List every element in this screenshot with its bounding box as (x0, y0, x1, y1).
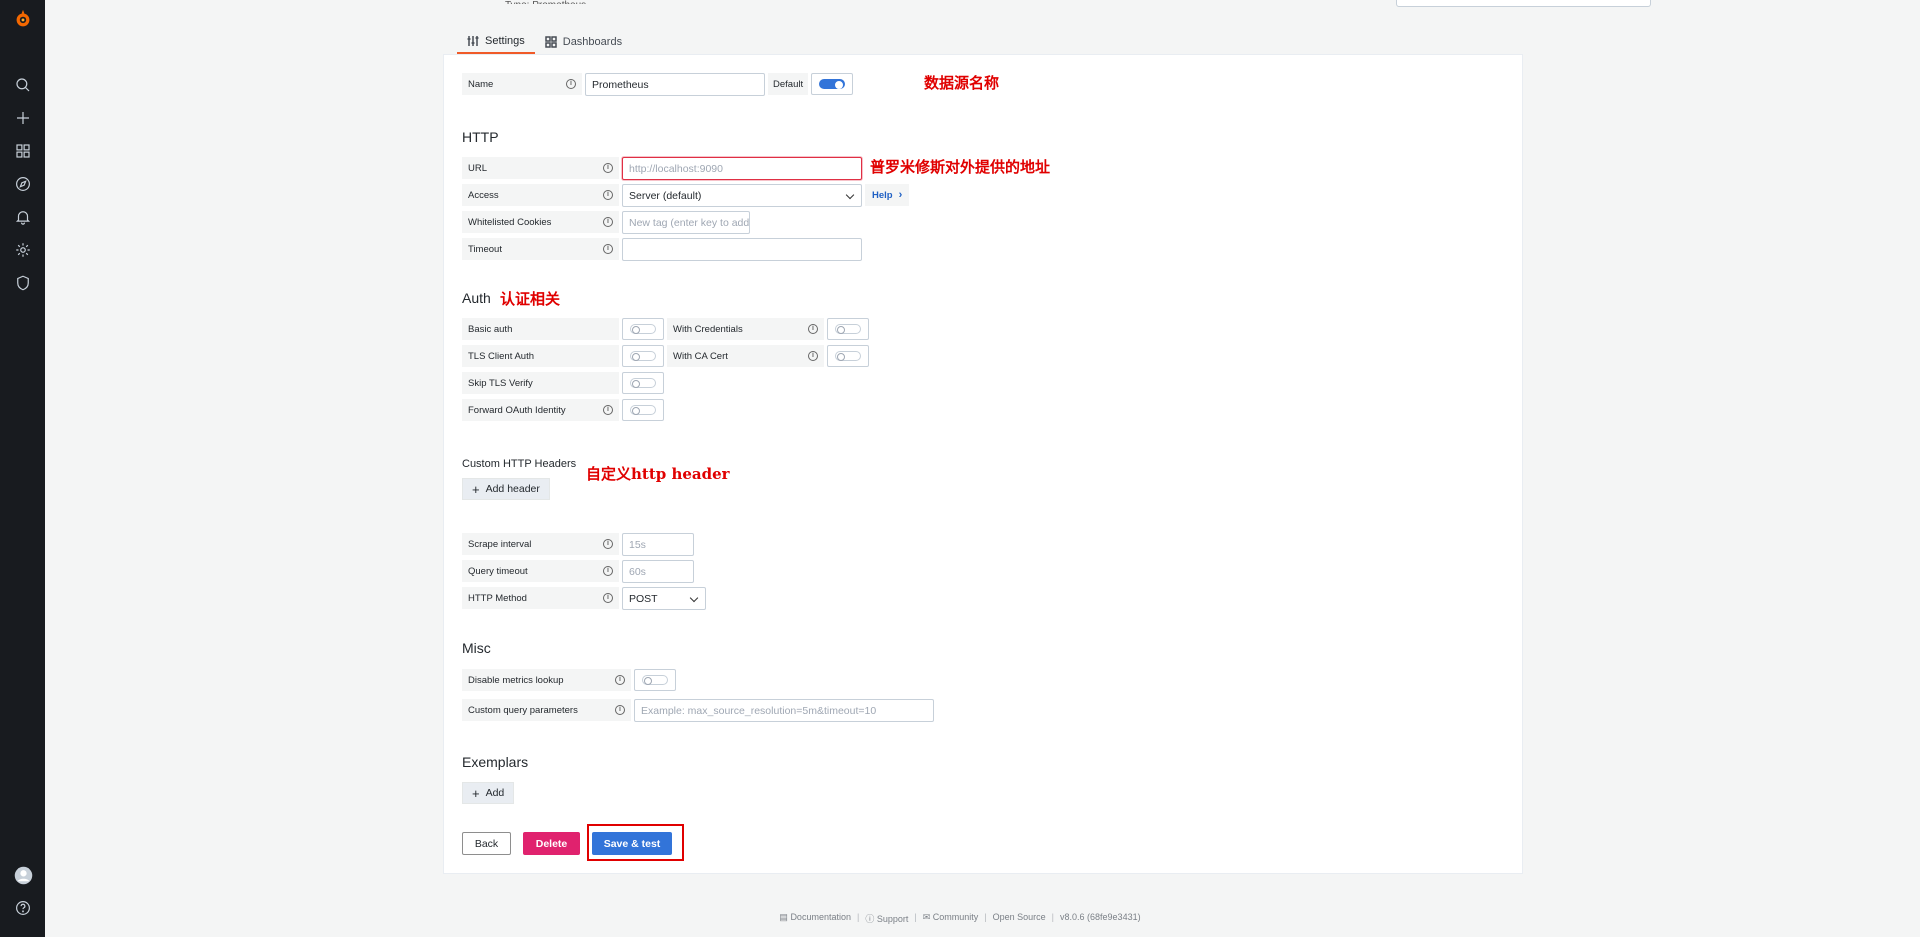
url-input[interactable]: http://localhost:9090 (622, 157, 862, 180)
add-exemplar-button[interactable]: + Add (462, 782, 515, 804)
sidebar (0, 0, 45, 937)
plus-icon: + (472, 481, 480, 497)
exemplars-section-title: Exemplars (462, 754, 529, 770)
http-section-title: HTTP (462, 129, 499, 145)
tabs: Settings Dashboards (457, 30, 632, 54)
annotation-datasource-name: 数据源名称 (924, 74, 1000, 92)
http-method-select[interactable]: POST (622, 587, 706, 610)
dashboards-grid-icon (545, 36, 557, 48)
custom-query-params-input[interactable]: Example: max_source_resolution=5m&timeou… (634, 699, 934, 722)
info-icon[interactable]: i (566, 79, 576, 89)
info-icon[interactable]: i (808, 324, 818, 334)
footer-community-link[interactable]: ✉ Community (923, 912, 979, 925)
info-icon[interactable]: i (603, 566, 613, 576)
add-exemplar-label: Add (485, 787, 505, 799)
help-button[interactable]: Help › (865, 184, 910, 206)
with-credentials-toggle[interactable] (827, 318, 869, 340)
skip-tls-label: Skip TLS Verify (462, 372, 619, 394)
timeout-input[interactable] (622, 238, 862, 261)
cookies-tag-input[interactable]: New tag (enter key to add) (622, 211, 750, 234)
default-label: Default (768, 73, 808, 95)
create-plus-icon[interactable] (12, 107, 34, 129)
footer-support-link[interactable]: ⓘ Support (865, 912, 908, 925)
footer-version: v8.0.6 (68fe9e3431) (1060, 912, 1141, 922)
info-icon[interactable]: i (603, 217, 613, 227)
info-icon[interactable]: i (615, 705, 625, 715)
sliders-icon (467, 36, 479, 46)
search-icon[interactable] (12, 74, 34, 96)
scrape-interval-label: Scrape interval i (462, 533, 619, 555)
page-subtitle-partial: Type: Prometheus (505, 0, 615, 4)
misc-section-title: Misc (462, 640, 491, 656)
with-ca-cert-toggle[interactable] (827, 345, 869, 367)
scrape-interval-input[interactable]: 15s (622, 533, 694, 556)
tab-dashboards-label: Dashboards (562, 36, 623, 48)
annotation-url: 普罗米修斯对外提供的地址 (870, 158, 1051, 176)
server-admin-shield-icon[interactable] (12, 272, 34, 294)
chevron-down-icon (689, 593, 699, 603)
annotation-auth: 认证相关 (500, 290, 561, 308)
chevron-down-icon (845, 190, 855, 200)
footer-open-source-link[interactable]: Open Source (993, 912, 1046, 925)
disable-metrics-lookup-label: Disable metrics lookup i (462, 669, 631, 691)
dashboards-grid-icon[interactable] (12, 140, 34, 162)
custom-query-params-label: Custom query parameters i (462, 699, 631, 721)
info-icon[interactable]: i (808, 351, 818, 361)
tls-client-auth-label: TLS Client Auth (462, 345, 619, 367)
tab-dashboards[interactable]: Dashboards (535, 30, 632, 54)
with-ca-cert-label: With CA Cert i (667, 345, 824, 367)
back-button[interactable]: Back (462, 832, 511, 855)
info-icon[interactable]: i (603, 593, 613, 603)
info-icon[interactable]: i (603, 405, 613, 415)
grafana-logo-icon[interactable] (12, 8, 34, 30)
default-toggle[interactable] (811, 73, 853, 95)
skip-tls-toggle[interactable] (622, 372, 664, 394)
tls-client-auth-toggle[interactable] (622, 345, 664, 367)
custom-headers-title: Custom HTTP Headers (462, 458, 577, 470)
footer: ▤ Documentation | ⓘ Support | ✉ Communit… (779, 912, 1141, 925)
footer-documentation-link[interactable]: ▤ Documentation (779, 912, 851, 925)
add-header-button[interactable]: + Add header (462, 478, 550, 500)
disable-metrics-lookup-toggle[interactable] (634, 669, 676, 691)
user-avatar-icon[interactable] (12, 864, 34, 886)
info-icon[interactable]: i (603, 190, 613, 200)
timeout-label: Timeout i (462, 238, 619, 260)
annotation-custom-headers: 自定义http header (586, 465, 730, 483)
access-select[interactable]: Server (default) (622, 184, 862, 207)
query-timeout-input[interactable]: 60s (622, 560, 694, 583)
query-timeout-label: Query timeout i (462, 560, 619, 582)
tab-settings-label: Settings (485, 35, 525, 47)
with-credentials-label: With Credentials i (667, 318, 824, 340)
chevron-right-icon: › (898, 189, 903, 201)
access-label: Access i (462, 184, 619, 206)
tab-settings[interactable]: Settings (457, 30, 535, 54)
info-icon[interactable]: i (603, 539, 613, 549)
add-header-label: Add header (485, 483, 540, 495)
plus-icon: + (472, 785, 480, 801)
configuration-gear-icon[interactable] (12, 239, 34, 261)
http-method-label: HTTP Method i (462, 587, 619, 609)
info-icon[interactable]: i (603, 163, 613, 173)
alerting-bell-icon[interactable] (12, 206, 34, 228)
cookies-label: Whitelisted Cookies i (462, 211, 619, 233)
forward-oauth-toggle[interactable] (622, 399, 664, 421)
info-icon[interactable]: i (603, 244, 613, 254)
name-label: Name i (462, 73, 582, 95)
settings-panel: Name i Prometheus Default 数据源名称 HTTP URL i… (443, 54, 1523, 874)
auth-section-title: Auth (462, 290, 491, 306)
url-label: URL i (462, 157, 619, 179)
dropdown-card-partial (1396, 0, 1651, 7)
delete-button[interactable]: Delete (523, 832, 580, 855)
basic-auth-toggle[interactable] (622, 318, 664, 340)
forward-oauth-label: Forward OAuth Identity i (462, 399, 619, 421)
info-icon[interactable]: i (615, 675, 625, 685)
name-input[interactable]: Prometheus (585, 73, 765, 96)
explore-compass-icon[interactable] (12, 173, 34, 195)
save-test-button[interactable]: Save & test (592, 832, 672, 855)
basic-auth-label: Basic auth (462, 318, 619, 340)
